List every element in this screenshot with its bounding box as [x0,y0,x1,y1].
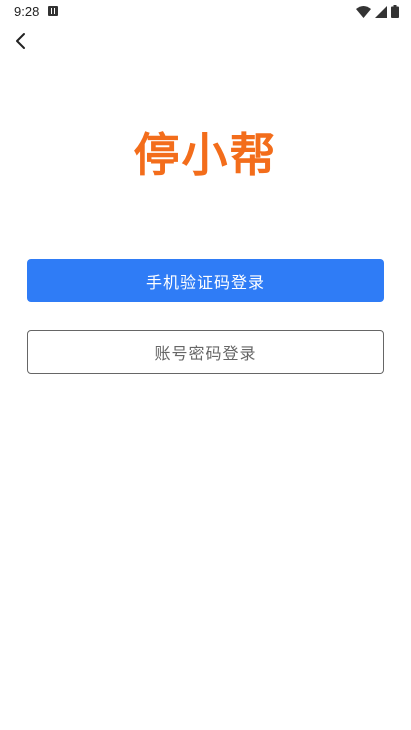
a-notification-icon [48,6,58,16]
password-login-button[interactable]: 账号密码登录 [27,330,384,374]
login-screen: 9:28 停小帮 手机验证码登录 账号密码登录 [0,0,411,730]
sms-login-button[interactable]: 手机验证码登录 [27,259,384,302]
status-time: 9:28 [14,4,40,19]
sms-login-label: 手机验证码登录 [145,272,265,292]
battery-icon [391,5,399,18]
password-login-label: 账号密码登录 [154,344,257,363]
wifi-icon [356,5,371,18]
cell-signal-icon [375,5,387,18]
app-logo: 停小帮 [133,128,278,182]
back-button[interactable] [8,30,34,56]
status-bar: 9:28 [0,0,411,24]
chevron-left-icon [14,32,28,54]
status-icons [356,5,399,18]
